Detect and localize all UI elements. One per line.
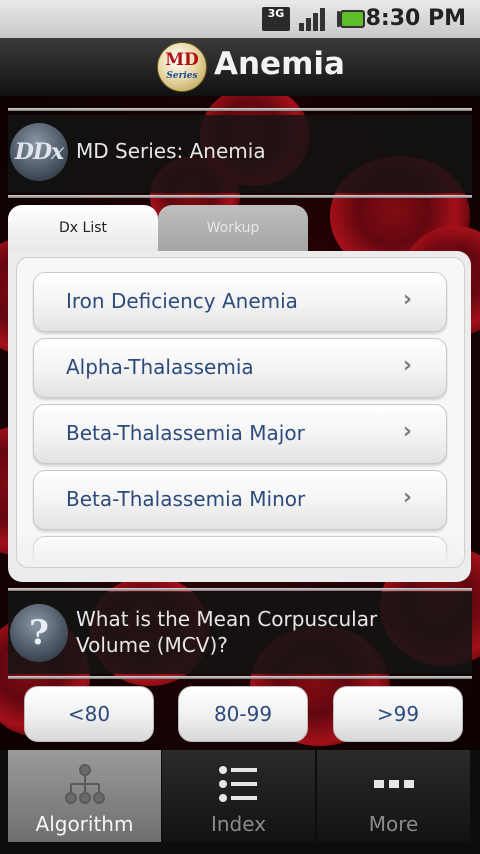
divider-top [8,108,472,111]
tab-workup[interactable]: Workup [158,205,308,251]
md-series-logo: MD Series [157,42,207,92]
bottom-tab-algorithm[interactable]: Algorithm [8,750,161,842]
index-list-icon [218,766,257,802]
answer-button-80-99[interactable]: 80-99 [178,686,308,742]
tab-dx-list[interactable]: Dx List [8,205,158,251]
chevron-right-icon: › [402,419,412,444]
logo-main-text: MD [165,50,199,70]
list-item-label: Beta-Thalassemia Major [66,421,305,445]
list-item-label: Beta-Thalassemia Minor [66,487,306,511]
divider-header-bottom [8,195,472,198]
question-icon: ? [10,604,68,662]
signal-strength-icon [299,8,325,31]
bottom-tab-index[interactable]: Index [162,750,315,842]
list-item-label: Alpha-Thalassemia [66,355,254,379]
bottom-tab-label: Algorithm [35,812,134,836]
header-title: MD Series: Anemia [76,139,266,163]
answer-button-over-99[interactable]: >99 [333,686,463,742]
question-panel: ? What is the Mean Corpuscular Volume (M… [8,592,472,674]
bottom-tab-label: Index [210,812,267,836]
network-label: 3G [267,7,285,20]
list-scroll-fade [17,533,464,567]
battery-icon [337,10,365,28]
status-bar: 3G 8:30 PM [0,0,480,38]
answer-button-under-80[interactable]: <80 [24,686,154,742]
divider-question-top [8,588,472,591]
list-item-iron-deficiency-anemia[interactable]: Iron Deficiency Anemia › [33,272,447,332]
chevron-right-icon: › [402,353,412,378]
list-item-beta-thalassemia-major[interactable]: Beta-Thalassemia Major › [33,404,447,464]
list-item-alpha-thalassemia[interactable]: Alpha-Thalassemia › [33,338,447,398]
more-dots-icon [373,780,414,788]
status-time: 8:30 PM [365,6,466,31]
chevron-right-icon: › [402,287,412,312]
question-text: What is the Mean Corpuscular Volume (MCV… [76,607,378,657]
3g-network-icon: 3G [262,7,290,31]
page-title: Anemia [214,46,345,82]
logo-sub-text: Series [166,71,198,81]
list-item-label: Iron Deficiency Anemia [66,289,298,313]
bottom-tab-bar: Algorithm Index More [0,750,480,854]
title-bar: MD Series Anemia [0,38,480,97]
list-item-beta-thalassemia-minor[interactable]: Beta-Thalassemia Minor › [33,470,447,530]
header-panel: DDx MD Series: Anemia [8,115,472,193]
dx-list-panel: Iron Deficiency Anemia › Alpha-Thalassem… [8,251,471,582]
algorithm-tree-icon [64,764,105,804]
bottom-tab-label: More [368,812,419,836]
ddx-icon: DDx [10,123,68,181]
bottom-tab-more[interactable]: More [317,750,470,842]
chevron-right-icon: › [402,485,412,510]
divider-question-bottom [8,676,472,679]
dx-list[interactable]: Iron Deficiency Anemia › Alpha-Thalassem… [16,257,465,568]
